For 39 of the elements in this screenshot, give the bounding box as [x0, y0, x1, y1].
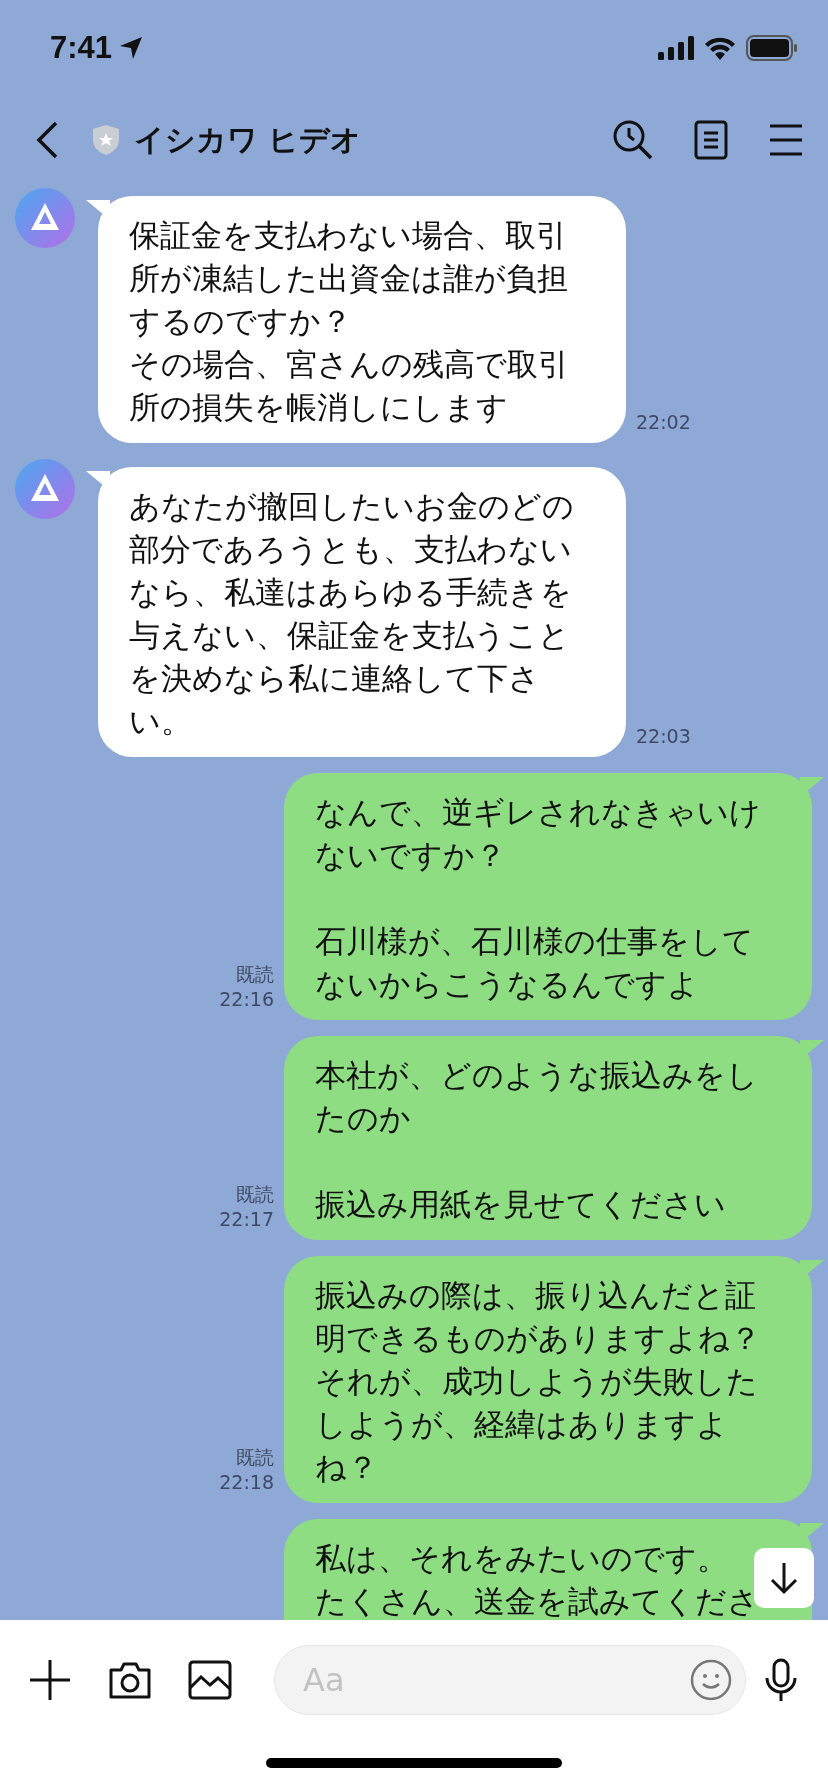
message-time: 22:03 [636, 724, 691, 749]
signal-icon [658, 35, 694, 60]
shield-star-icon [92, 124, 120, 156]
microphone-icon [764, 1658, 798, 1702]
emoji-icon[interactable] [690, 1659, 732, 1701]
image-icon [188, 1660, 232, 1700]
wifi-icon [704, 35, 736, 60]
scroll-down-button[interactable] [754, 1548, 814, 1608]
chat-title: イシカワ ヒデオ [134, 120, 363, 159]
arrow-down-icon [768, 1561, 800, 1595]
message-time: 22:16 [219, 987, 274, 1012]
avatar-icon[interactable] [15, 459, 75, 519]
message-text: 振込みの際は、振り込んだと証明できるものがありますよね？ [315, 1276, 762, 1358]
message-text: あなたが撤回したいお金のどの部分であろうとも、支払わないなら、私達はあらゆる手続きを与えない、保証金を支払うことを決めなら私に連絡して下さい。 [129, 487, 575, 741]
camera-icon [108, 1660, 152, 1700]
message-text: 振込み用紙を見せてください [315, 1185, 727, 1224]
avatar-icon[interactable] [15, 188, 75, 248]
message-text: なんで、逆ギレされなきゃいけないですか？ [315, 793, 762, 875]
menu-icon[interactable] [768, 123, 804, 157]
message-text: それが、成功しようが失敗したしようが、経緯はありますよね？ [315, 1362, 759, 1487]
read-receipt: 既読 [236, 1182, 274, 1207]
message-time: 22:17 [219, 1207, 274, 1232]
message-text: たくさん、送金を試みてくださ [315, 1582, 760, 1620]
message-text: その場合、宮さんの残高で取引所の損失を帳消しにします [129, 345, 570, 427]
message-text: 私は、それをみたいのです。 [315, 1539, 729, 1578]
search-history-icon[interactable] [612, 119, 654, 161]
note-icon[interactable] [694, 120, 728, 160]
message-text: 本社が、どのような振込みをしたのか [315, 1056, 759, 1138]
message-time: 22:02 [636, 410, 691, 435]
message-text: 石川様が、石川様の仕事をしてないからこうなるんですよ [315, 922, 755, 1004]
read-receipt: 既読 [236, 1445, 274, 1470]
message-time: 22:18 [219, 1470, 274, 1495]
read-receipt: 既読 [236, 962, 274, 987]
plus-icon [28, 1658, 72, 1702]
message-text: 保証金を支払わない場合、取引所が凍結した出資金は誰が負担するのですか？ [129, 216, 569, 341]
back-icon[interactable] [34, 120, 60, 160]
battery-icon [746, 34, 798, 61]
status-time: 7:41 [50, 29, 113, 66]
location-arrow-icon [118, 34, 145, 61]
